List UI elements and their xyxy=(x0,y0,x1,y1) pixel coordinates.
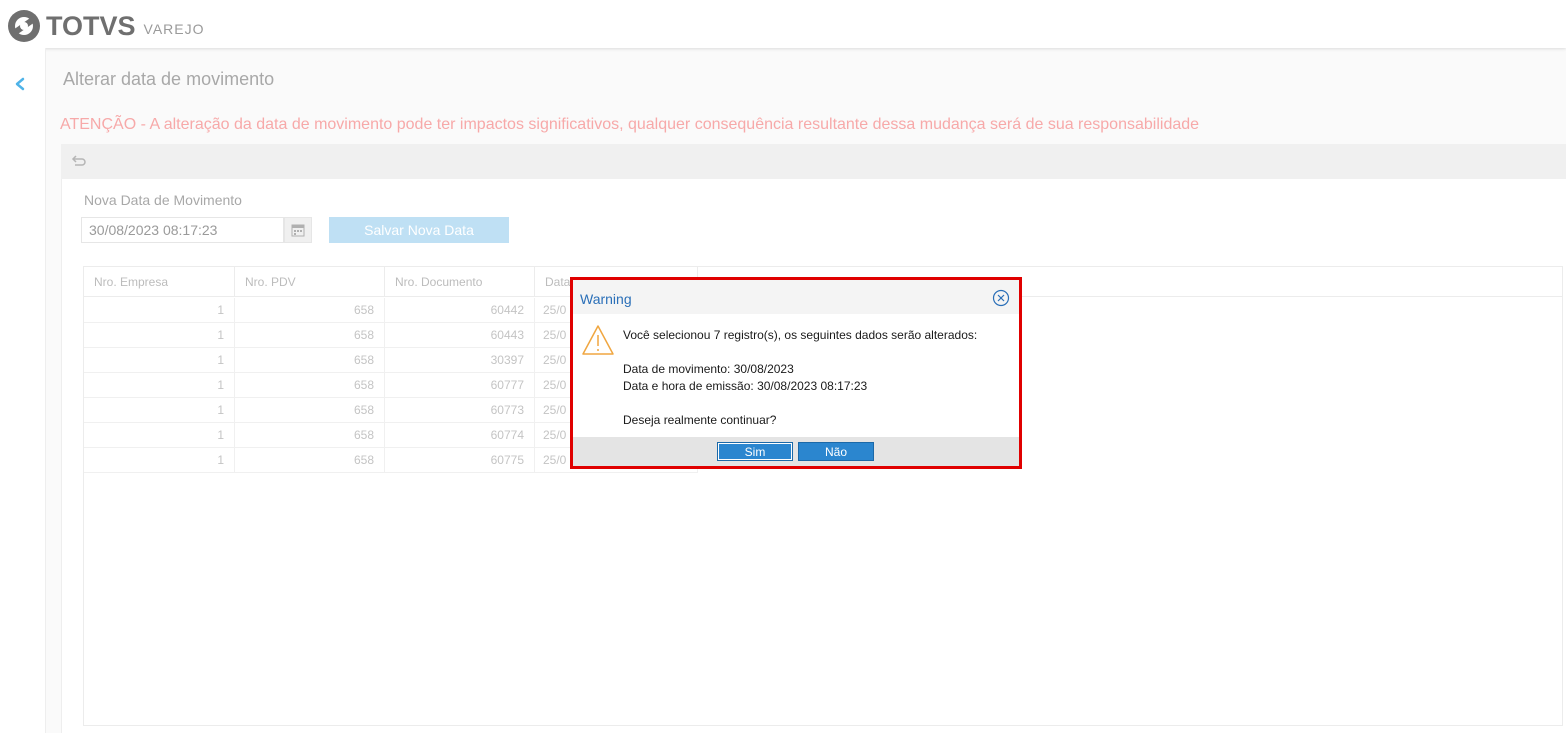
undo-icon[interactable] xyxy=(71,154,87,170)
cell-empresa: 1 xyxy=(84,348,235,373)
brand-name: TOTVS xyxy=(46,10,136,41)
dialog-confirm-question: Deseja realmente continuar? xyxy=(623,413,777,427)
cell-documento: 60774 xyxy=(385,423,535,448)
back-arrow-icon[interactable] xyxy=(12,76,28,92)
cell-documento: 60775 xyxy=(385,448,535,473)
new-date-input[interactable] xyxy=(81,217,284,243)
cell-empresa: 1 xyxy=(84,423,235,448)
cell-documento: 60443 xyxy=(385,323,535,348)
warning-dialog: Warning Você selecionou 7 registro(s), o… xyxy=(570,277,1022,469)
dialog-message-line: Você selecionou 7 registro(s), os seguin… xyxy=(623,328,978,342)
cell-empresa: 1 xyxy=(84,323,235,348)
totvs-logo[interactable]: TOTVS VAREJO xyxy=(6,8,205,44)
save-new-date-button[interactable]: Salvar Nova Data xyxy=(329,217,509,243)
dialog-title: Warning xyxy=(580,291,632,307)
dialog-footer: Sim Não xyxy=(573,437,1019,466)
cell-empresa: 1 xyxy=(84,398,235,423)
dialog-emission-date-line: Data e hora de emissão: 30/08/2023 08:17… xyxy=(623,379,868,393)
yes-button[interactable]: Sim xyxy=(717,442,793,461)
totvs-logo-icon xyxy=(8,10,40,42)
top-bar: TOTVS VAREJO xyxy=(0,0,1566,48)
close-circle-icon[interactable] xyxy=(992,289,1010,307)
warning-message: ATENÇÃO - A alteração da data de movimen… xyxy=(60,116,1200,133)
cell-documento: 60442 xyxy=(385,298,535,323)
cell-pdv: 658 xyxy=(235,398,385,423)
cell-documento: 30397 xyxy=(385,348,535,373)
cell-pdv: 658 xyxy=(235,373,385,398)
dialog-movement-date-line: Data de movimento: 30/08/2023 xyxy=(623,362,794,376)
column-header-pdv[interactable]: Nro. PDV xyxy=(235,267,385,297)
calendar-button[interactable] xyxy=(284,217,312,243)
cell-documento: 60777 xyxy=(385,373,535,398)
cell-pdv: 658 xyxy=(235,423,385,448)
cell-empresa: 1 xyxy=(84,373,235,398)
dialog-header: Warning xyxy=(573,280,1019,314)
new-date-label: Nova Data de Movimento xyxy=(84,192,242,208)
cell-pdv: 658 xyxy=(235,448,385,473)
cell-empresa: 1 xyxy=(84,298,235,323)
cell-pdv: 658 xyxy=(235,348,385,373)
cell-documento: 60773 xyxy=(385,398,535,423)
cell-pdv: 658 xyxy=(235,323,385,348)
sidebar xyxy=(0,48,46,733)
column-header-documento[interactable]: Nro. Documento xyxy=(385,267,535,297)
cell-pdv: 658 xyxy=(235,298,385,323)
brand-subtitle: VAREJO xyxy=(143,21,205,37)
toolbar xyxy=(61,144,1566,179)
calendar-icon xyxy=(291,224,305,237)
page-title: Alterar data de movimento xyxy=(63,69,275,89)
cell-empresa: 1 xyxy=(84,448,235,473)
column-header-empresa[interactable]: Nro. Empresa xyxy=(84,267,235,297)
no-button[interactable]: Não xyxy=(798,442,874,461)
warning-triangle-icon xyxy=(582,325,614,355)
